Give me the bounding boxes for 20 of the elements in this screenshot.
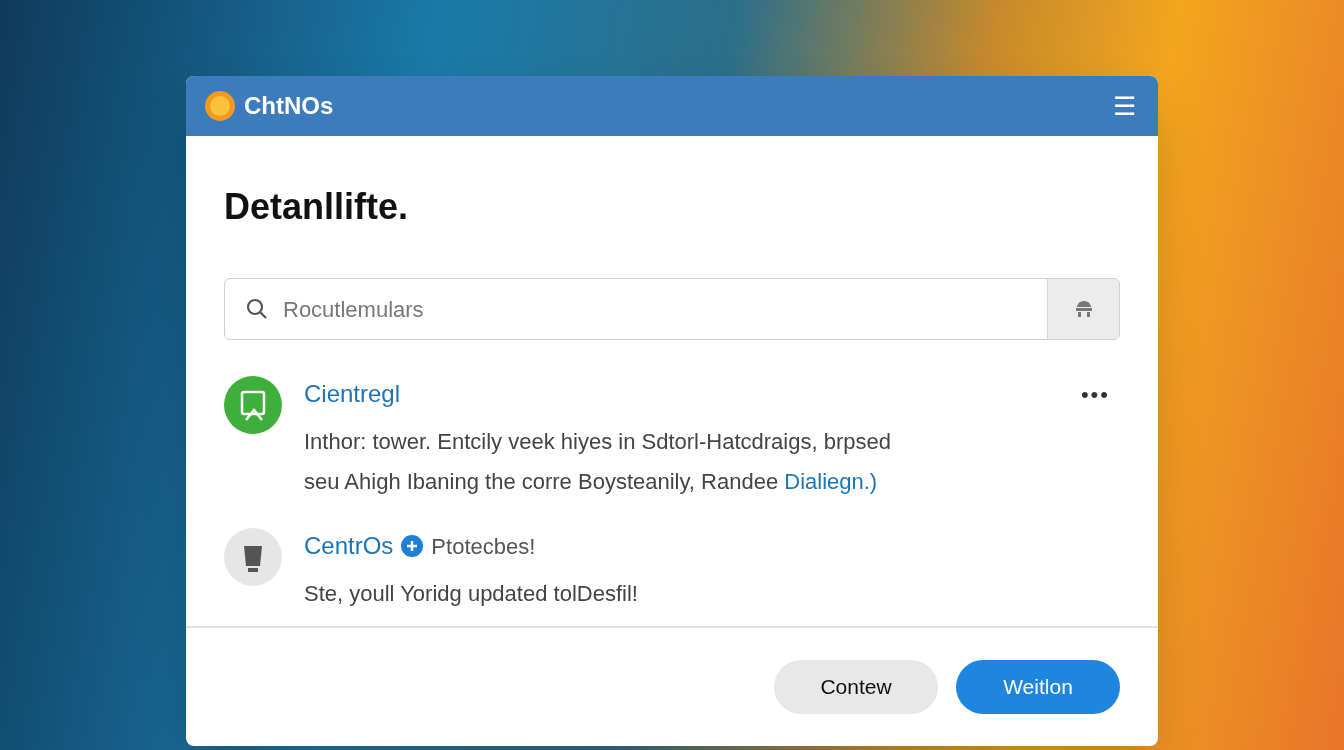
- secondary-button[interactable]: Contew: [774, 660, 938, 714]
- search-icon: [245, 297, 269, 321]
- app-avatar-icon: [224, 376, 282, 434]
- app-logo-icon: [204, 90, 236, 122]
- menu-button[interactable]: ☰: [1109, 93, 1140, 119]
- notification-text: Inthor: tower. Entcily veek hiyes in Sdtorl-Hatcdraigs, brpsed seu Ahigh Ibaning the corre Boysteanily, Randee Dialiegn.): [304, 428, 892, 496]
- notification-title[interactable]: Cientregl: [304, 376, 401, 412]
- more-button[interactable]: •••: [1080, 378, 1110, 411]
- notification-title[interactable]: CentrOs: [304, 528, 394, 564]
- primary-button[interactable]: Weitlon: [956, 660, 1120, 714]
- notification-text: Ste, youll Yoridg updated tolDesfil!: [304, 580, 639, 608]
- search-bar[interactable]: Rocutlemulars: [224, 278, 1120, 340]
- search-field[interactable]: Rocutlemulars: [283, 292, 1047, 326]
- system-avatar-icon: [224, 528, 282, 586]
- dialog-heading: Detanllifte.: [224, 185, 410, 229]
- plus-icon: [401, 535, 424, 557]
- window-title: ChtNOs: [244, 91, 334, 121]
- status-label: Ptotecbes!: [431, 532, 536, 561]
- filter-button[interactable]: [1047, 279, 1119, 339]
- dialog-link[interactable]: Dialiegn.): [784, 469, 878, 494]
